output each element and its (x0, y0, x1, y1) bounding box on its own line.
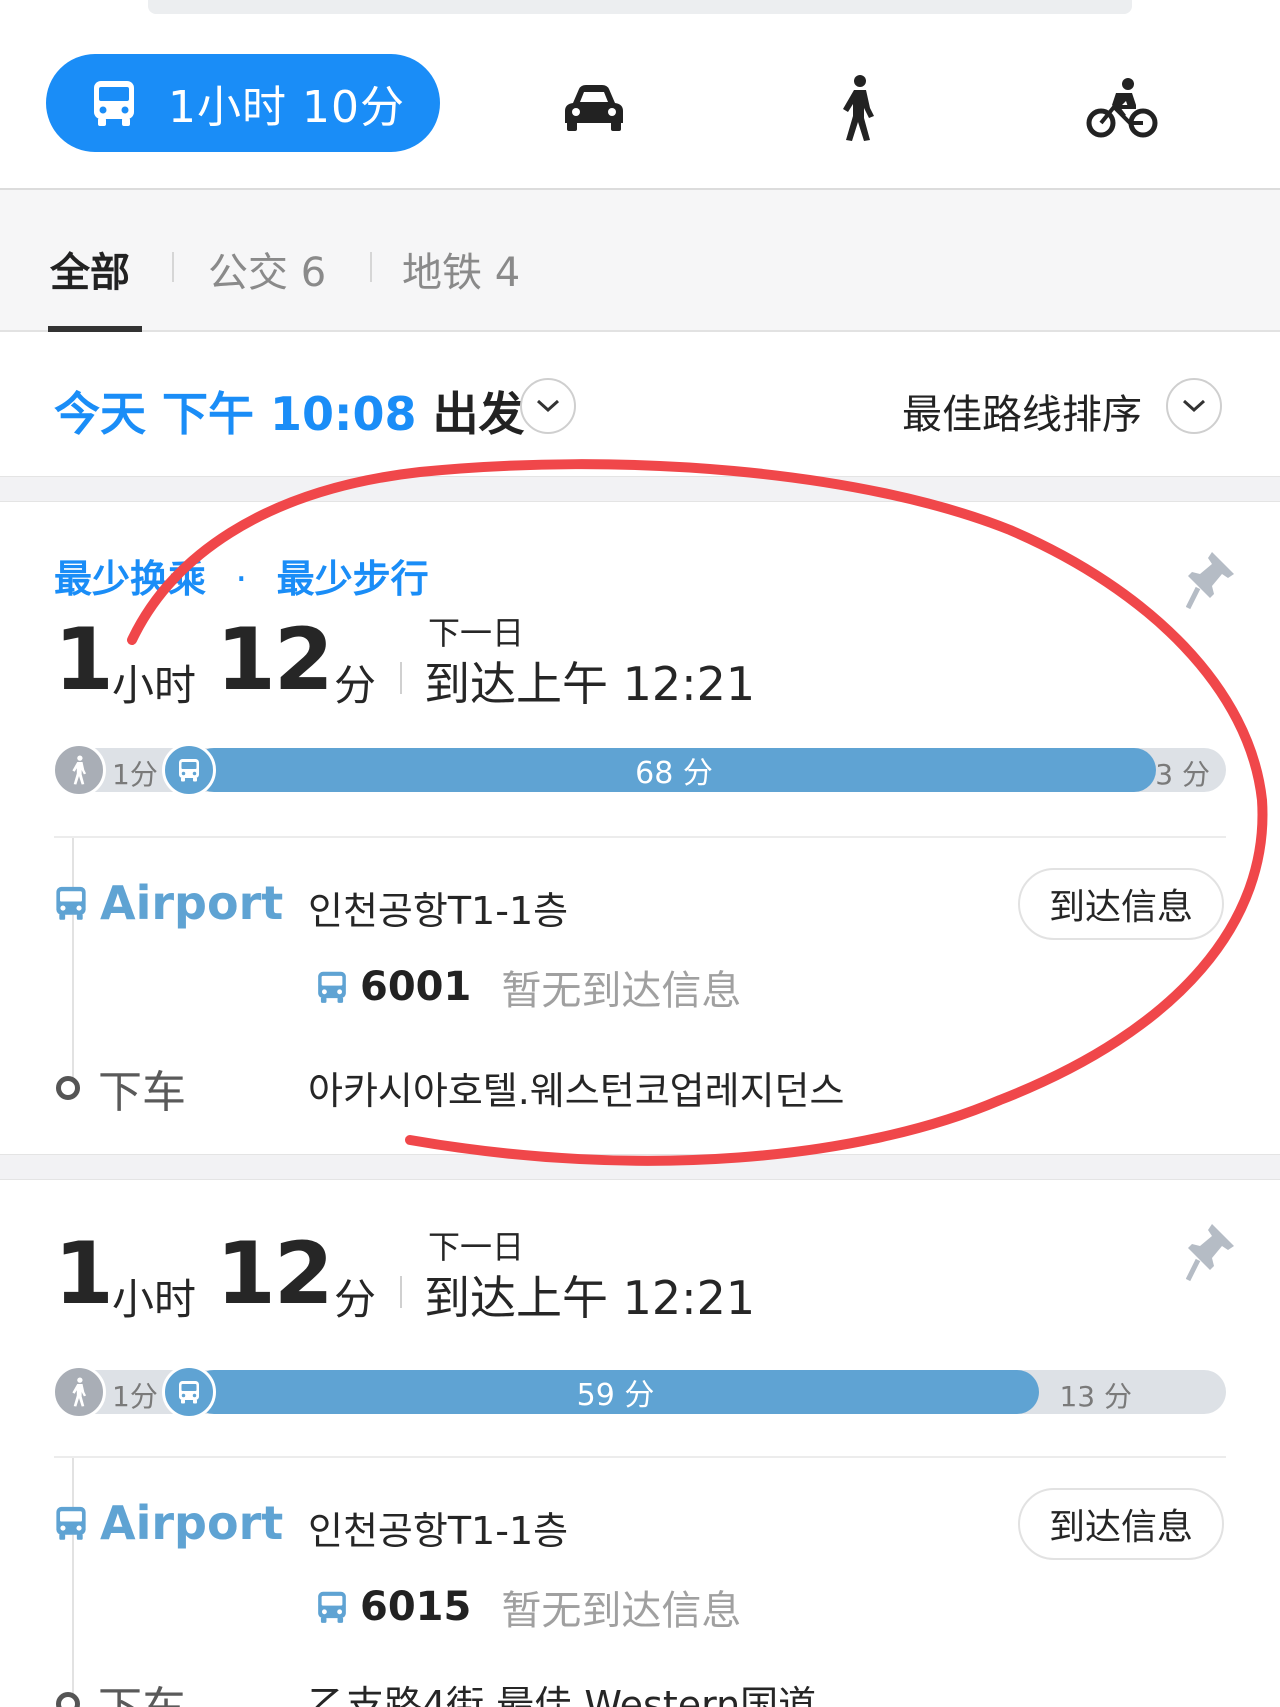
card-divider (54, 836, 1226, 838)
filter-tabs: 全部 公交 6 地铁 4 (0, 190, 1280, 332)
route-timeline: 59 分 1分 13 分 (54, 1370, 1226, 1414)
alight-stop: 乙支路4街 最佳 Western国道 (308, 1683, 817, 1707)
bus-arrival-status: 暂无到达信息 (501, 968, 742, 1014)
departure-action: 出发 (432, 387, 525, 441)
duration-minutes-unit: 分 (334, 661, 377, 710)
walk-icon (72, 755, 87, 785)
chevron-down-icon (536, 399, 560, 413)
search-bar-edge[interactable] (148, 0, 1132, 14)
bus-line: 6015 暂无到达信息 (314, 1578, 741, 1636)
tab-subway[interactable]: 地铁 4 (402, 240, 520, 298)
route-card-2[interactable]: 1 小时 12 分 下一日 到达上午 12:21 59 分 1分 13 分 Ai… (0, 1180, 1280, 1707)
arrival-info-button[interactable]: 到达信息 (1018, 1488, 1224, 1560)
tab-bus[interactable]: 公交 6 (208, 240, 326, 298)
walk-segment-marker (52, 743, 106, 797)
route-timeline: 68 分 1分 3 分 (54, 748, 1226, 792)
pin-icon (1185, 1224, 1234, 1282)
alight-text: 下车 (98, 1672, 186, 1707)
arrival-time: 到达上午 12:21 (424, 1271, 756, 1325)
walk-end-duration: 3 分 (1155, 758, 1210, 791)
bus-icon (318, 1591, 346, 1623)
alight-marker-icon (56, 1692, 80, 1707)
bus-icon (179, 759, 199, 782)
car-icon (565, 85, 623, 131)
alight-label: 下车 (56, 1672, 186, 1707)
travel-mode-bar: 1小时 10分 (0, 14, 1280, 190)
route-type-label: Airport (100, 1496, 284, 1550)
arrival-time: 到达上午 12:21 (424, 657, 756, 711)
alight-marker-icon (56, 1076, 80, 1100)
bus-icon (179, 1381, 199, 1404)
duration-hours: 1 (54, 1224, 114, 1324)
bus-icon (318, 971, 346, 1003)
arrival-info-button[interactable]: 到达信息 (1018, 868, 1224, 940)
duration-minutes: 12 (216, 1224, 334, 1324)
walk-start-duration: 1分 (112, 1380, 158, 1413)
bus-icon (56, 886, 86, 920)
bus-segment-duration: 59 分 (576, 1378, 655, 1413)
duration-minutes: 12 (216, 610, 334, 710)
mode-bike-button[interactable] (1082, 68, 1162, 148)
duration-hours-unit: 小时 (112, 661, 197, 710)
sort-dropdown-button[interactable] (1166, 378, 1222, 434)
departure-time: 今天 下午 10:08 (54, 387, 417, 441)
sort-option[interactable]: 最佳路线排序 (902, 382, 1142, 440)
duration-hours: 1 (54, 610, 114, 710)
bus-line-number: 6001 (360, 964, 472, 1010)
bike-icon (1086, 78, 1158, 138)
bus-segment: 68 分 (192, 748, 1156, 792)
bus-icon (94, 81, 134, 126)
tag-separator: · (235, 557, 248, 601)
mode-car-button[interactable] (554, 68, 634, 148)
walk-icon (72, 1377, 87, 1407)
duration-separator (400, 662, 402, 694)
bus-segment-duration: 68 分 (635, 756, 713, 791)
transit-duration: 1小时 10分 (168, 82, 405, 133)
pin-route-button[interactable] (1185, 550, 1236, 610)
walk-segment-marker (52, 1365, 106, 1419)
route-tags: 最少换乘 · 最少步行 (54, 548, 429, 603)
departure-time-selector[interactable]: 今天 下午 10:08 出发 (54, 378, 524, 444)
bus-segment: 59 分 (192, 1370, 1039, 1414)
walk-end-duration: 13 分 (1059, 1380, 1132, 1413)
chevron-down-icon (1182, 399, 1206, 413)
departure-dropdown-button[interactable] (520, 378, 576, 434)
mode-transit-button[interactable]: 1小时 10分 (46, 54, 440, 152)
tab-divider (370, 252, 372, 282)
route-type-label: Airport (100, 876, 284, 930)
card-divider (54, 1456, 1226, 1458)
tag-least-walking: 最少步行 (276, 557, 429, 601)
bus-segment-marker (162, 1365, 216, 1419)
mode-walk-button[interactable] (818, 68, 898, 148)
bus-segment-marker (162, 743, 216, 797)
pin-icon (1185, 552, 1234, 610)
tab-all[interactable]: 全部 (50, 240, 130, 298)
bus-line: 6001 暂无到达信息 (314, 958, 741, 1016)
bus-arrival-status: 暂无到达信息 (501, 1588, 742, 1634)
alight-stop: 아카시아호텔.웨스턴코업레지던스 (308, 1069, 845, 1113)
alight-label: 下车 (56, 1056, 186, 1120)
alight-text: 下车 (98, 1067, 186, 1118)
walk-icon (843, 75, 874, 141)
walk-start-duration: 1分 (112, 758, 158, 791)
route-type: Airport (52, 876, 283, 930)
section-divider (0, 1154, 1280, 1180)
duration-hours-unit: 小时 (112, 1275, 197, 1324)
tag-fewest-transfers: 最少换乘 (54, 557, 207, 601)
route-card-1[interactable]: 最少换乘 · 最少步行 1 小时 12 分 下一日 到达上午 12:21 68 … (0, 502, 1280, 1154)
boarding-stop: 인천공항T1-1층 (308, 1509, 569, 1553)
tab-divider (172, 252, 174, 282)
route-connector (72, 838, 74, 1084)
duration-separator (400, 1276, 402, 1308)
bus-line-number: 6015 (360, 1584, 472, 1630)
boarding-stop: 인천공항T1-1층 (308, 889, 569, 933)
pin-route-button[interactable] (1185, 1222, 1236, 1282)
duration-minutes-unit: 分 (334, 1275, 377, 1324)
bus-icon (56, 1506, 86, 1540)
departure-row: 今天 下午 10:08 出发 最佳路线排序 (0, 332, 1280, 476)
route-type: Airport (52, 1496, 283, 1550)
section-divider (0, 476, 1280, 502)
